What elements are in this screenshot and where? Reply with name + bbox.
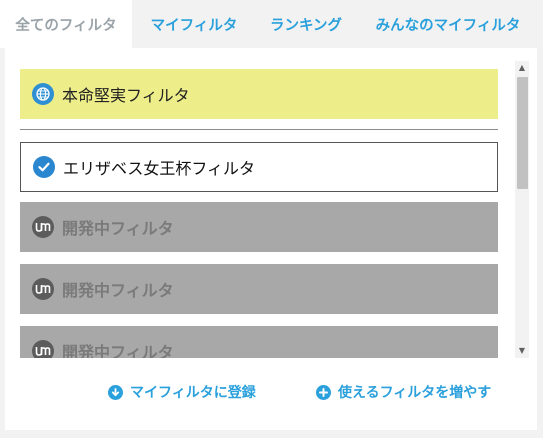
filter-tabs: 全てのフィルタ マイフィルタ ランキング みんなのマイフィルタ — [0, 0, 543, 48]
filter-item-label: 開発中フィルタ — [62, 219, 174, 238]
filter-panel: 本命堅実フィルタ エリザベス女王杯フィルタ 開発中フィルタ 開発中フィルタ 開発… — [5, 48, 537, 430]
filter-item-label: 本命堅実フィルタ — [62, 86, 190, 105]
filter-item-label: 開発中フィルタ — [62, 281, 174, 300]
list-scrollbar[interactable]: ▲ ▼ — [515, 61, 529, 358]
globe-icon — [32, 83, 54, 105]
scroll-down-arrow-icon[interactable]: ▼ — [515, 344, 529, 358]
filter-item-label: エリザベス女王杯フィルタ — [63, 159, 256, 178]
um-logo-icon — [32, 340, 54, 358]
filter-item-featured[interactable]: 本命堅実フィルタ — [20, 69, 498, 119]
um-logo-icon — [32, 278, 54, 300]
divider — [20, 129, 498, 130]
register-my-filter-button[interactable]: マイフィルタに登録 — [108, 382, 256, 402]
plus-circle-icon — [316, 384, 331, 400]
tab-my-filters[interactable]: マイフィルタ — [136, 0, 252, 48]
scroll-up-arrow-icon[interactable]: ▲ — [515, 61, 529, 75]
register-my-filter-label: マイフィルタに登録 — [130, 385, 256, 401]
tab-everyones-filters[interactable]: みんなのマイフィルタ — [360, 0, 536, 48]
um-logo-icon — [32, 216, 54, 238]
filter-item-label: 開発中フィルタ — [62, 343, 174, 358]
filter-list: 本命堅実フィルタ エリザベス女王杯フィルタ 開発中フィルタ 開発中フィルタ 開発… — [20, 61, 498, 358]
scrollbar-thumb[interactable] — [517, 77, 528, 189]
filter-item-in-development: 開発中フィルタ — [20, 326, 498, 358]
check-circle-icon — [33, 156, 55, 178]
arrow-down-circle-icon — [108, 384, 123, 400]
tab-all-filters[interactable]: 全てのフィルタ — [0, 0, 132, 48]
add-usable-filters-button[interactable]: 使えるフィルタを増やす — [316, 382, 491, 402]
tab-ranking[interactable]: ランキング — [258, 0, 354, 48]
filter-item-in-development: 開発中フィルタ — [20, 202, 498, 252]
filter-item-selected[interactable]: エリザベス女王杯フィルタ — [20, 142, 498, 192]
filter-item-in-development: 開発中フィルタ — [20, 264, 498, 314]
add-usable-filters-label: 使えるフィルタを増やす — [338, 385, 492, 401]
